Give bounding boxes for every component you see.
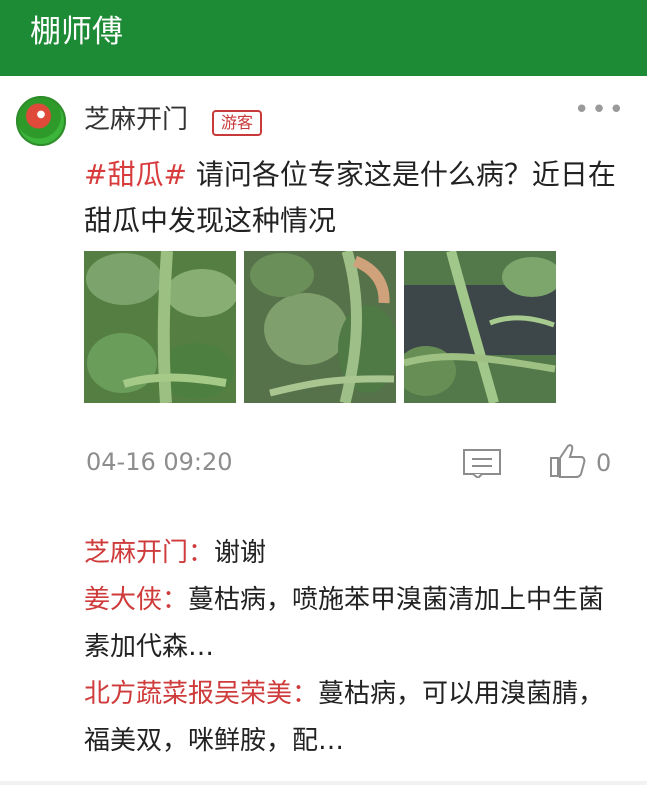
comment-item: 芝麻开门：谢谢: [84, 530, 619, 577]
photo-thumbnail-3[interactable]: [404, 251, 556, 403]
avatar-logo-icon: ●: [36, 109, 46, 120]
photo-grid: [84, 251, 556, 403]
comment-author[interactable]: 芝麻开门：: [84, 538, 214, 568]
guest-badge: 游客: [212, 110, 262, 136]
bottom-divider: [0, 781, 647, 785]
like-count: 0: [596, 449, 612, 477]
post-content: #甜瓜# 请问各位专家这是什么病？近日在甜瓜中发现这种情况: [84, 152, 624, 244]
photo-thumbnail-1[interactable]: [84, 251, 236, 403]
topic-tag[interactable]: #甜瓜#: [84, 158, 187, 191]
comment-author[interactable]: 姜大侠：: [84, 585, 188, 615]
app-title: 棚师傅: [30, 14, 123, 50]
comment-text: 谢谢: [214, 538, 267, 568]
post-author[interactable]: 芝麻开门: [84, 103, 188, 137]
app-header: 棚师傅: [0, 0, 647, 76]
comment-icon[interactable]: [462, 448, 502, 478]
more-options-button[interactable]: •••: [574, 97, 624, 123]
comment-item: 北方蔬菜报吴荣美：蔓枯病，可以用溴菌腈，福美双，咪鲜胺，配…: [84, 671, 619, 765]
melon-vine-photo-3-image: [404, 251, 556, 403]
comments-list: 芝麻开门：谢谢 姜大侠：蔓枯病，喷施苯甲溴菌清加上中生菌素加代森… 北方蔬菜报吴…: [84, 530, 619, 765]
photo-thumbnail-2[interactable]: [244, 251, 396, 403]
user-avatar[interactable]: ●: [16, 96, 66, 146]
post-timestamp: 04-16 09:20: [86, 448, 233, 476]
melon-vine-photo-1-image: [84, 251, 236, 403]
comment-item: 姜大侠：蔓枯病，喷施苯甲溴菌清加上中生菌素加代森…: [84, 577, 619, 671]
thumbs-up-icon[interactable]: [548, 443, 586, 479]
melon-vine-photo-2-image: [244, 251, 396, 403]
comment-author[interactable]: 北方蔬菜报吴荣美：: [84, 679, 318, 709]
